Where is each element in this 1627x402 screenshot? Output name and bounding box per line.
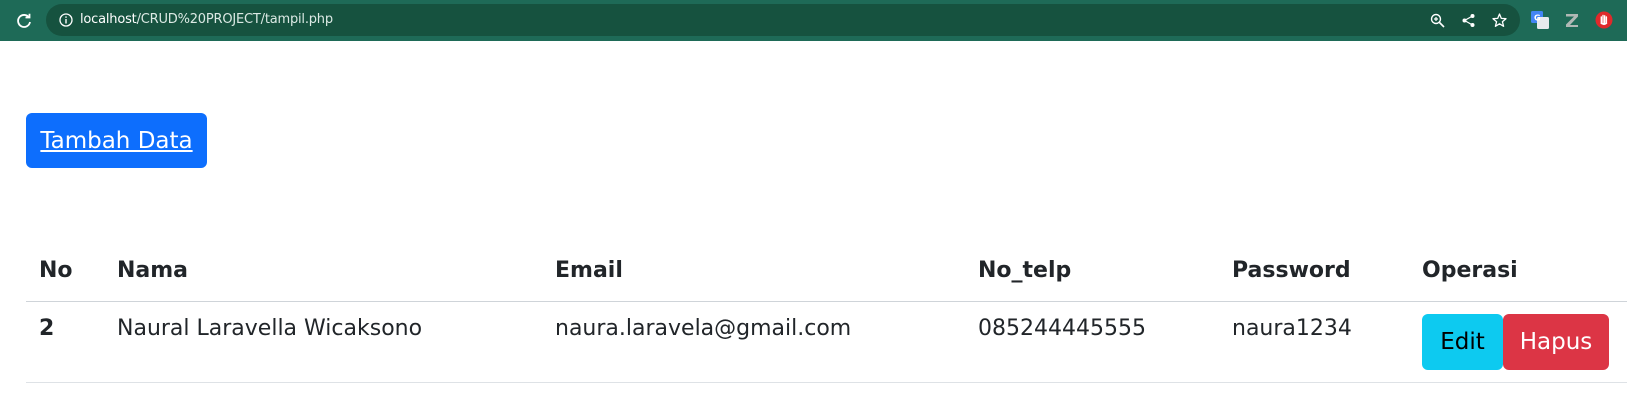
header-no-telp: No_telp — [965, 240, 1219, 302]
header-email: Email — [542, 240, 965, 302]
cell-no-telp: 085244445555 — [965, 301, 1219, 383]
hand-stop-icon[interactable] — [1593, 9, 1615, 31]
cell-nama: Naural Laravella Wicaksono — [104, 301, 542, 383]
table-header-row: No Nama Email No_telp Password Operasi — [26, 240, 1627, 302]
users-table: No Nama Email No_telp Password Operasi 2… — [26, 240, 1627, 383]
header-operasi: Operasi — [1409, 240, 1627, 302]
url-host: localhost — [80, 12, 137, 27]
cell-no: 2 — [26, 301, 104, 383]
browser-toolbar: localhost/CRUD%20PROJECT/tampil.php G — [0, 0, 1627, 41]
zoom-icon[interactable] — [1427, 10, 1447, 30]
svg-text:G: G — [1534, 14, 1541, 23]
url-path: /CRUD%20PROJECT/tampil.php — [136, 12, 334, 27]
cell-email: naura.laravela@gmail.com — [542, 301, 965, 383]
z-extension-icon[interactable] — [1561, 9, 1583, 31]
cell-password: naura1234 — [1219, 301, 1409, 383]
share-icon[interactable] — [1458, 10, 1478, 30]
add-data-button[interactable]: Tambah Data — [26, 113, 207, 168]
cell-operasi: Edit Hapus — [1409, 301, 1627, 383]
edit-button[interactable]: Edit — [1422, 313, 1503, 370]
url-text[interactable]: localhost/CRUD%20PROJECT/tampil.php — [80, 11, 333, 29]
header-nama: Nama — [104, 240, 542, 302]
header-no: No — [26, 240, 104, 302]
translate-icon[interactable]: G — [1529, 9, 1551, 31]
info-icon[interactable] — [56, 10, 76, 30]
reload-icon[interactable] — [13, 10, 35, 32]
table-row: 2 Naural Laravella Wicaksono naura.larav… — [26, 301, 1627, 383]
header-password: Password — [1219, 240, 1409, 302]
star-icon[interactable] — [1489, 10, 1509, 30]
delete-button[interactable]: Hapus — [1503, 313, 1609, 370]
address-bar[interactable]: localhost/CRUD%20PROJECT/tampil.php — [46, 4, 1520, 36]
